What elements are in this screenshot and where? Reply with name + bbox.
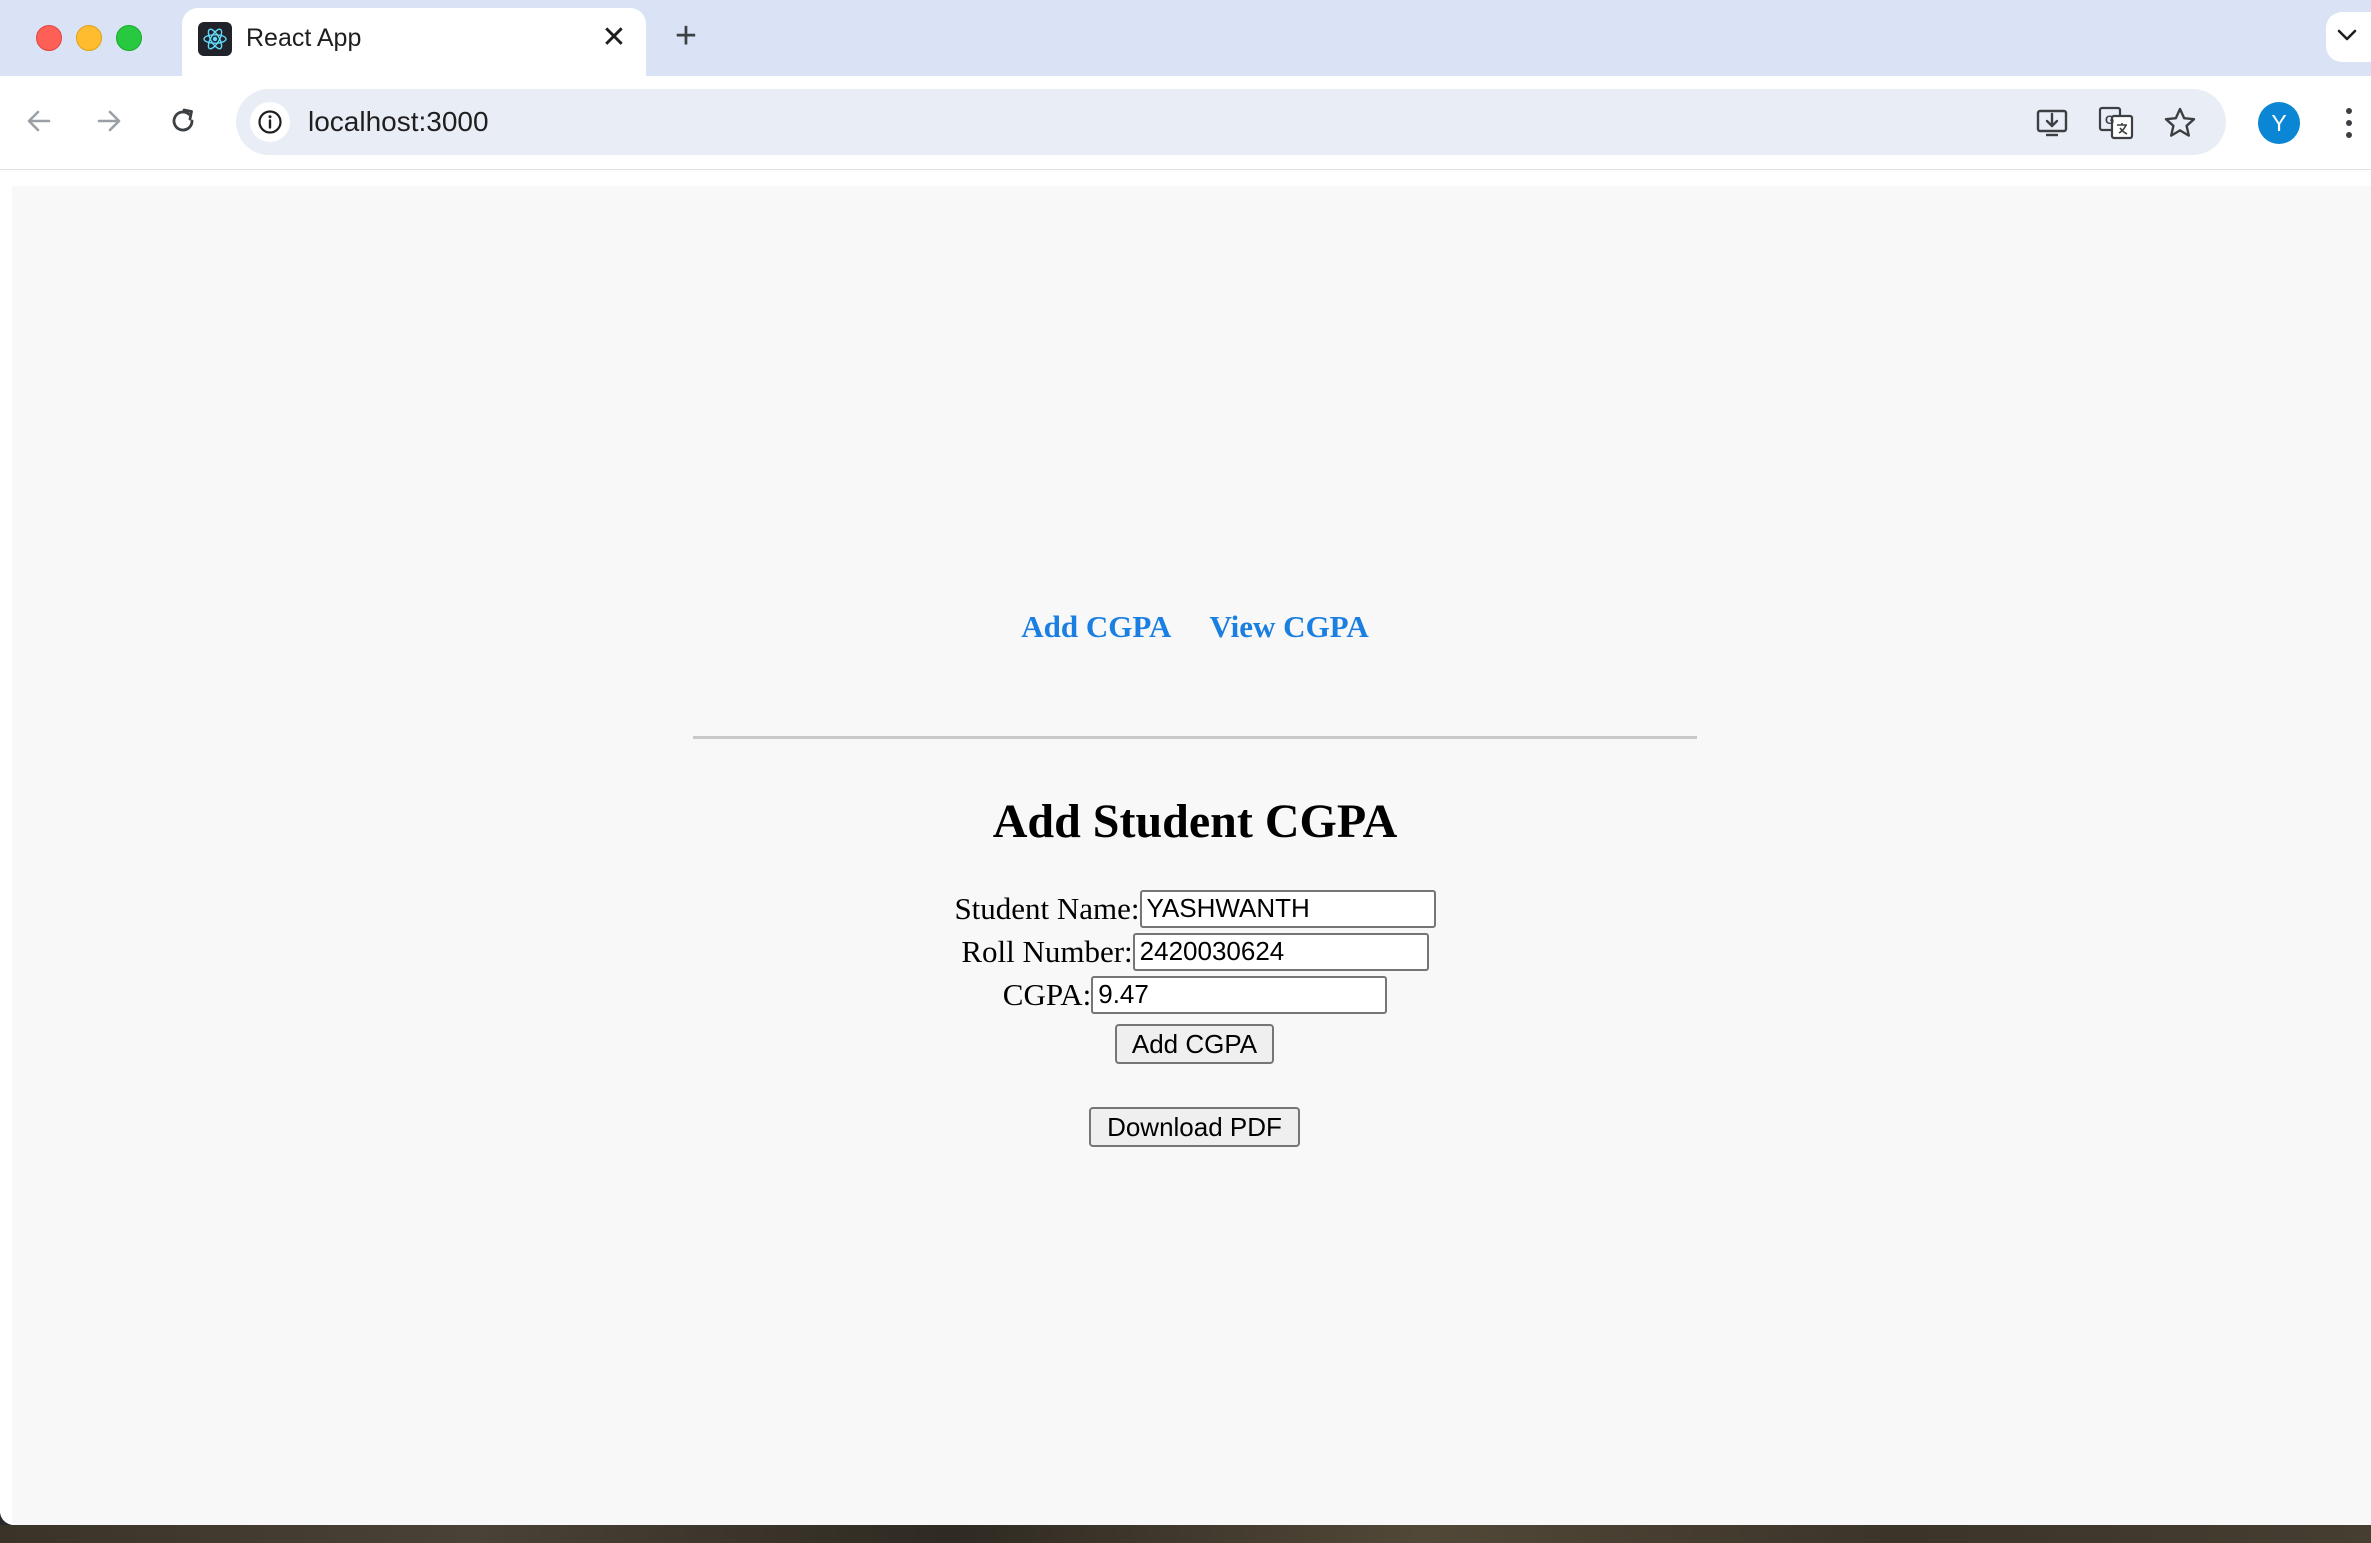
reload-button[interactable] bbox=[162, 100, 204, 142]
arrow-right-icon bbox=[97, 110, 121, 132]
roll-number-input[interactable] bbox=[1132, 932, 1429, 971]
browser-window: React App ✕ + localhost:3000 G Y Add CGP… bbox=[0, 0, 2371, 1525]
desktop-background bbox=[0, 1525, 2371, 1543]
arrow-left-icon bbox=[27, 110, 51, 132]
download-pdf-button[interactable]: Download PDF bbox=[1089, 1107, 1300, 1147]
translate-icon[interactable]: G bbox=[2096, 103, 2136, 143]
app-nav: Add CGPA View CGPA bbox=[12, 609, 2371, 645]
chevron-down-icon bbox=[2337, 29, 2357, 41]
info-icon bbox=[258, 110, 282, 134]
page-title: Add Student CGPA bbox=[992, 795, 1398, 848]
close-window-button[interactable] bbox=[36, 25, 62, 51]
student-name-input[interactable] bbox=[1139, 889, 1436, 928]
profile-avatar[interactable]: Y bbox=[2258, 102, 2300, 144]
cgpa-input[interactable] bbox=[1091, 975, 1388, 1014]
back-button[interactable] bbox=[18, 100, 60, 142]
student-name-row: Student Name: bbox=[12, 886, 2371, 929]
roll-number-row: Roll Number: bbox=[12, 929, 2371, 972]
cgpa-label: CGPA: bbox=[1002, 976, 1092, 1012]
add-cgpa-button[interactable]: Add CGPA bbox=[1115, 1024, 1274, 1064]
url-text[interactable]: localhost:3000 bbox=[308, 103, 489, 141]
react-logo-icon bbox=[198, 22, 232, 56]
bookmark-star-icon[interactable] bbox=[2160, 103, 2200, 143]
cgpa-row: CGPA: bbox=[12, 972, 2371, 1015]
divider bbox=[693, 736, 1697, 739]
tab-close-icon[interactable]: ✕ bbox=[596, 20, 632, 56]
tab-strip: React App ✕ + bbox=[0, 0, 2371, 76]
student-name-label: Student Name: bbox=[954, 890, 1140, 926]
tab-search-button[interactable] bbox=[2326, 12, 2371, 62]
tab-title: React App bbox=[246, 24, 362, 52]
minimize-window-button[interactable] bbox=[76, 25, 102, 51]
nav-link-view-cgpa[interactable]: View CGPA bbox=[1209, 609, 1368, 644]
nav-link-add-cgpa[interactable]: Add CGPA bbox=[1021, 609, 1171, 644]
svg-text:G: G bbox=[2105, 113, 2114, 127]
app-container: Add CGPA View CGPA Add Student CGPA Stude… bbox=[12, 186, 2371, 1525]
menu-dots-icon[interactable] bbox=[2334, 100, 2364, 146]
browser-toolbar: localhost:3000 G Y bbox=[0, 76, 2371, 170]
tab-react-app[interactable]: React App ✕ bbox=[182, 8, 646, 76]
forward-button[interactable] bbox=[88, 100, 130, 142]
address-bar[interactable]: localhost:3000 G bbox=[236, 89, 2226, 155]
site-info-button[interactable] bbox=[250, 102, 290, 142]
reload-icon bbox=[172, 108, 194, 132]
roll-number-label: Roll Number: bbox=[961, 933, 1133, 969]
maximize-window-button[interactable] bbox=[116, 25, 142, 51]
install-app-icon[interactable] bbox=[2032, 103, 2072, 143]
page-viewport: Add CGPA View CGPA Add Student CGPA Stude… bbox=[0, 170, 2371, 1525]
new-tab-button[interactable]: + bbox=[668, 17, 704, 55]
